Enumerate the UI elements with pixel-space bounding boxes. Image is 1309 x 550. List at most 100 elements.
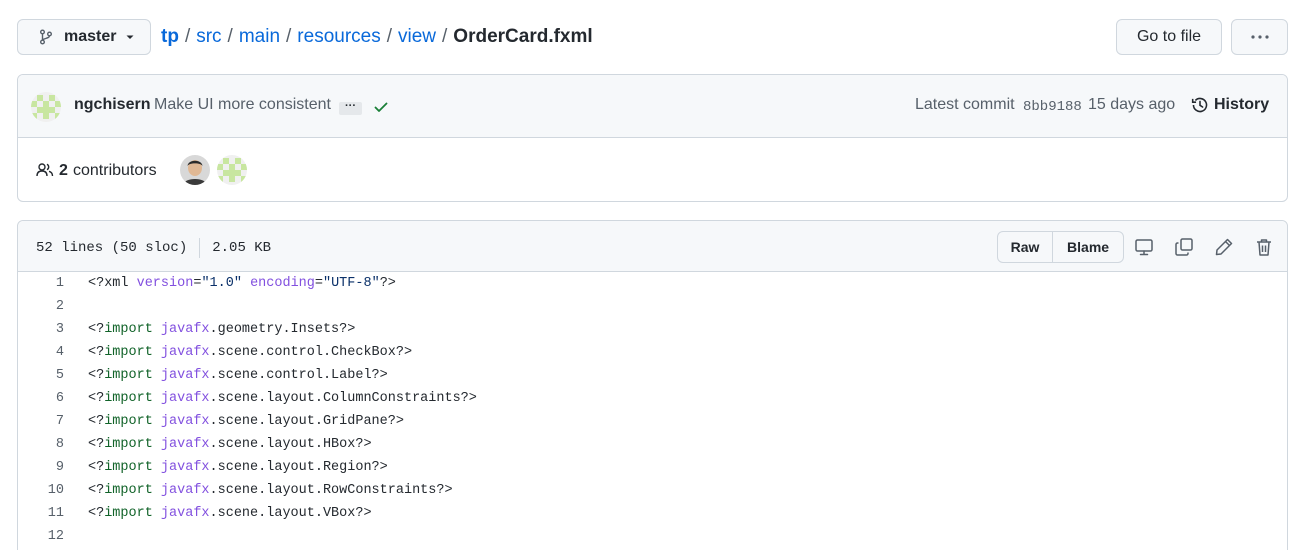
breadcrumb-link-main[interactable]: main (239, 26, 280, 48)
commit-author[interactable]: ngchisern (74, 96, 150, 114)
contributors-row: 2 contributors (18, 138, 1287, 201)
code-token: .scene.layout.VBox?> (209, 506, 372, 521)
more-options-button[interactable] (1231, 19, 1288, 55)
code-text: <?import javafx.scene.layout.VBox?> (88, 506, 372, 521)
contributors-label[interactable]: contributors (73, 162, 157, 180)
pencil-icon[interactable] (1214, 237, 1234, 257)
line-number[interactable]: 4 (18, 345, 64, 360)
breadcrumb-link-view[interactable]: view (398, 26, 436, 48)
line-number[interactable]: 9 (18, 460, 64, 475)
code-line: 7 <?import javafx.scene.layout.GridPane?> (18, 410, 1287, 433)
code-token: <? (88, 414, 105, 429)
code-line: 11 <?import javafx.scene.layout.VBox?> (18, 502, 1287, 525)
breadcrumb-link-tp[interactable]: tp (161, 26, 179, 48)
file-navigation: master tp / src / main / resources / vie… (17, 19, 1288, 55)
file-info: 52 lines (50 sloc) 2.05 KB (36, 238, 271, 258)
breadcrumb-current-file: OrderCard.fxml (453, 26, 593, 47)
breadcrumb-separator: / (227, 26, 233, 47)
code-token: .geometry.Insets?> (209, 322, 356, 337)
blame-button[interactable]: Blame (1053, 232, 1123, 262)
code-text: <?import javafx.scene.layout.Region?> (88, 460, 388, 475)
copy-icon[interactable] (1174, 237, 1194, 257)
line-number[interactable]: 1 (18, 276, 64, 291)
contributor-avatar[interactable] (217, 155, 247, 185)
commit-sha-link[interactable]: 8bb9188 (1023, 99, 1082, 115)
line-number[interactable]: 7 (18, 414, 64, 429)
commit-row: ngchisern Make UI more consistent ··· La… (18, 75, 1287, 138)
code-token: javafx (160, 437, 210, 452)
code-token: import (104, 391, 153, 406)
check-icon[interactable] (373, 99, 389, 115)
code-token: .scene.layout.GridPane?> (209, 414, 404, 429)
code-line: 6 <?import javafx.scene.layout.ColumnCons… (18, 387, 1287, 410)
identicon-avatar-icon (217, 155, 247, 185)
breadcrumb-link-resources[interactable]: resources (297, 26, 380, 48)
code-token: "UTF-8" (322, 276, 380, 291)
code-token: import (104, 506, 153, 521)
code-token: <? (88, 483, 105, 498)
breadcrumb-separator: / (386, 26, 392, 47)
code-line: 5 <?import javafx.scene.control.Label?> (18, 364, 1287, 387)
desktop-icon[interactable] (1134, 237, 1154, 257)
line-number[interactable]: 11 (18, 506, 64, 521)
code-token: <? (88, 368, 105, 383)
code-text: <?import javafx.scene.layout.HBox?> (88, 437, 372, 452)
code-line: 10 <?import javafx.scene.layout.RowConstr… (18, 479, 1287, 502)
line-number[interactable]: 6 (18, 391, 64, 406)
history-label: History (1214, 96, 1270, 113)
code-listing: 1 <?xml version="1.0" encoding="UTF-8"?> 2… (18, 272, 1287, 548)
code-token: javafx (160, 483, 210, 498)
code-token: ?> (379, 276, 396, 291)
code-token: <? (88, 391, 105, 406)
git-branch-icon (40, 29, 52, 45)
code-token: import (104, 414, 153, 429)
line-number[interactable]: 2 (18, 299, 64, 314)
branch-select-button[interactable]: master (17, 19, 151, 55)
kebab-horizontal-icon (1250, 35, 1269, 39)
code-token: <? (88, 437, 105, 452)
code-token: import (104, 322, 153, 337)
code-token: javafx (160, 391, 210, 406)
line-number[interactable]: 10 (18, 483, 64, 498)
code-token: = (314, 276, 323, 291)
history-button[interactable]: History (1191, 96, 1269, 114)
code-line: 8 <?import javafx.scene.layout.HBox?> (18, 433, 1287, 456)
code-text: <?import javafx.scene.control.Label?> (88, 368, 388, 383)
contributors-count[interactable]: 2 (59, 162, 68, 180)
code-text: <?import javafx.geometry.Insets?> (88, 322, 355, 337)
code-line: 4 <?import javafx.scene.control.CheckBox?… (18, 341, 1287, 364)
file-header: 52 lines (50 sloc) 2.05 KB Raw Blame (18, 221, 1287, 272)
code-text: <?xml version="1.0" encoding="UTF-8"?> (88, 276, 396, 291)
contributor-avatar[interactable] (180, 155, 210, 185)
line-number[interactable]: 5 (18, 368, 64, 383)
commit-message[interactable]: Make UI more consistent (154, 96, 331, 114)
code-token: .scene.control.Label?> (209, 368, 388, 383)
breadcrumb-separator: / (442, 26, 448, 47)
code-text: <?import javafx.scene.layout.RowConstrai… (88, 483, 453, 498)
code-text: <?import javafx.scene.control.CheckBox?> (88, 345, 412, 360)
commit-time: 15 days ago (1088, 96, 1176, 113)
go-to-file-button[interactable]: Go to file (1116, 19, 1222, 55)
code-token: .scene.control.CheckBox?> (209, 345, 413, 360)
breadcrumb-link-src[interactable]: src (196, 26, 221, 48)
expand-commit-button[interactable]: ··· (339, 101, 362, 115)
raw-button[interactable]: Raw (998, 232, 1054, 262)
line-number[interactable]: 3 (18, 322, 64, 337)
line-number[interactable]: 8 (18, 437, 64, 452)
trash-icon[interactable] (1254, 237, 1274, 257)
avatar[interactable] (31, 92, 61, 122)
code-token: import (104, 460, 153, 475)
breadcrumb: tp / src / main / resources / view / Ord… (161, 19, 593, 55)
code-token: encoding (250, 276, 315, 291)
line-number[interactable]: 12 (18, 529, 64, 544)
identicon-avatar-icon (31, 92, 61, 122)
breadcrumb-separator: / (184, 26, 191, 47)
code-token: <? (88, 506, 105, 521)
people-icon (36, 163, 54, 177)
code-token: .scene.layout.ColumnConstraints?> (209, 391, 477, 406)
code-token: javafx (160, 506, 210, 521)
